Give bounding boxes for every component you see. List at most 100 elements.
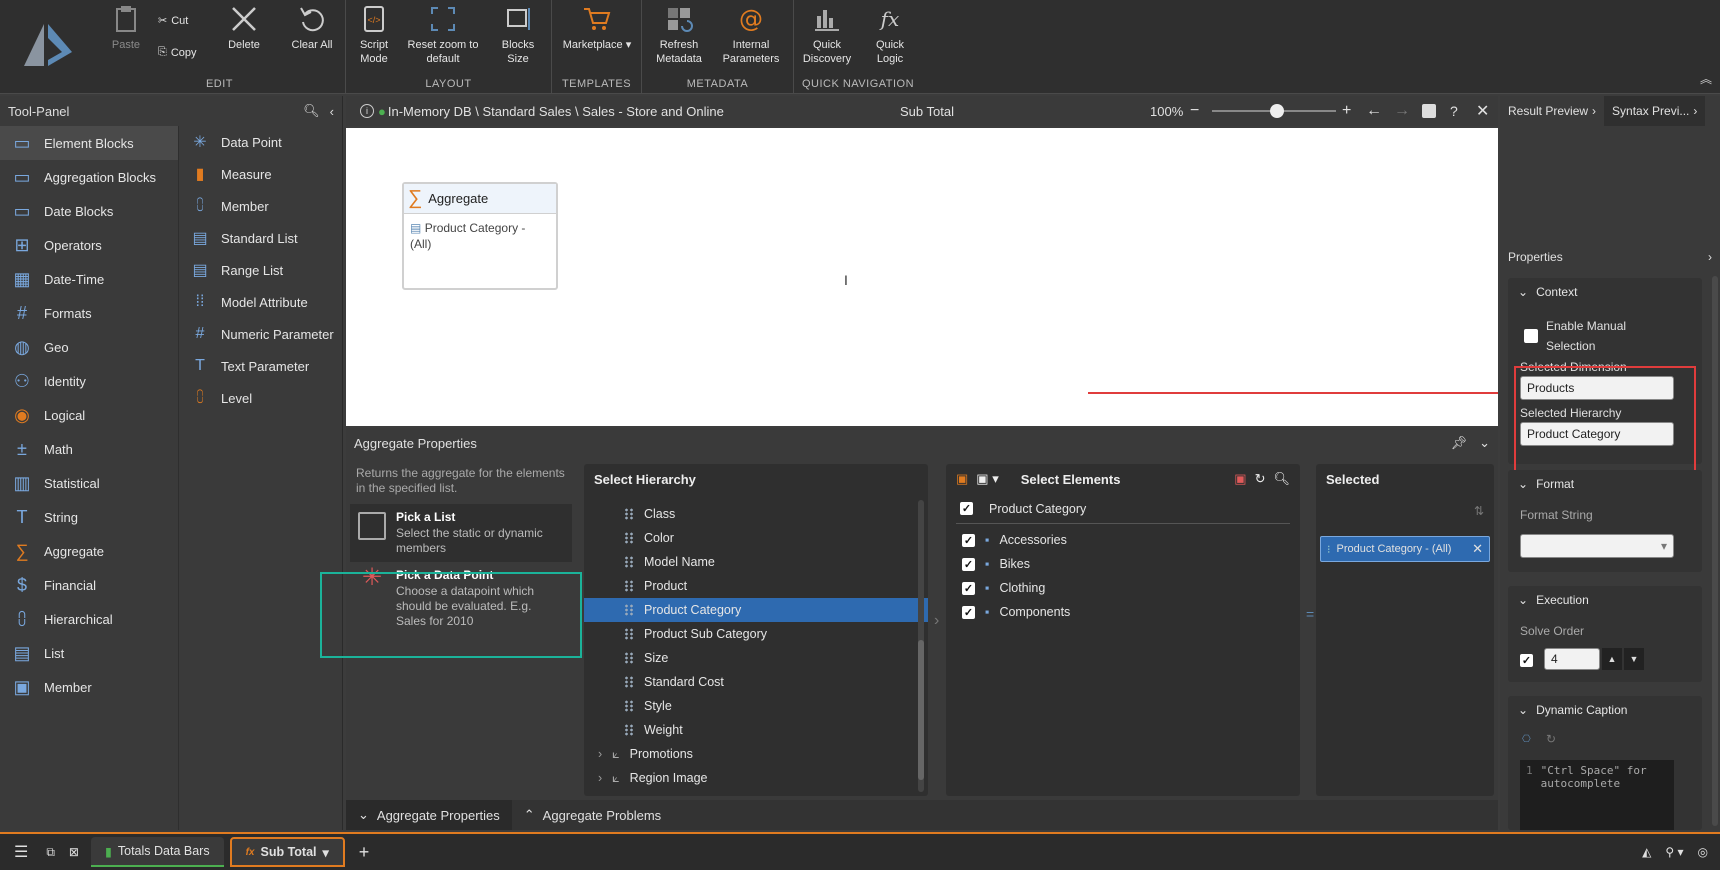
- element-checkbox[interactable]: ✓: [962, 557, 975, 571]
- format-section-header[interactable]: ⌄ Format: [1508, 470, 1702, 498]
- stepper-up-icon[interactable]: ▲: [1602, 648, 1622, 670]
- category-list[interactable]: ▤ List: [0, 636, 178, 670]
- chevron-down-icon[interactable]: ⌄: [1479, 435, 1490, 451]
- delete-button[interactable]: Delete: [218, 4, 270, 52]
- clear-selection-icon[interactable]: ▣: [1234, 471, 1246, 487]
- blocks-size-button[interactable]: Blocks Size: [490, 4, 546, 66]
- element-checkbox[interactable]: ✓: [962, 533, 975, 547]
- solve-order-stepper[interactable]: 4: [1544, 648, 1600, 670]
- search-icon[interactable]: 🔍︎: [303, 103, 320, 119]
- tool-item-text-parameter[interactable]: T Text Parameter: [179, 350, 343, 382]
- category-aggregation-blocks[interactable]: ▭ Aggregation Blocks: [0, 160, 178, 194]
- dynamic-caption-header[interactable]: ⌄ Dynamic Caption: [1508, 696, 1702, 724]
- context-section-header[interactable]: ⌄ Context: [1508, 278, 1702, 306]
- tool-item-data-point[interactable]: ✳ Data Point: [179, 126, 343, 158]
- tool-item-level[interactable]: ⩇ Level: [179, 382, 343, 414]
- hierarchy-item[interactable]: Style: [584, 694, 928, 718]
- pql-icon[interactable]: ⎔: [1522, 734, 1531, 745]
- tab-aggregate-problems[interactable]: ⌃ Aggregate Problems: [512, 800, 673, 830]
- clear-all-button[interactable]: Clear All: [282, 4, 342, 52]
- layout-icon[interactable]: ◭: [1642, 845, 1651, 859]
- hierarchy-item[interactable]: Product: [584, 574, 928, 598]
- tool-item-numeric-parameter[interactable]: # Numeric Parameter: [179, 318, 343, 350]
- category-statistical[interactable]: ▥ Statistical: [0, 466, 178, 500]
- hierarchy-item[interactable]: Model Name: [584, 550, 928, 574]
- element-item[interactable]: ✓ ▪ Clothing: [950, 576, 1300, 600]
- element-item[interactable]: ✓ ▪ Components: [950, 600, 1300, 624]
- tool-item-standard-list[interactable]: ▤ Standard List: [179, 222, 343, 254]
- hierarchy-item[interactable]: Class: [584, 502, 928, 526]
- category-string[interactable]: T String: [0, 500, 178, 534]
- category-member[interactable]: ▣ Member: [0, 670, 178, 704]
- collapse-panel-icon[interactable]: ‹: [330, 104, 334, 119]
- close-icon[interactable]: ✕: [1476, 101, 1489, 121]
- zoom-slider[interactable]: [1212, 104, 1336, 118]
- info-icon[interactable]: i: [360, 104, 374, 118]
- tool-item-range-list[interactable]: ▤ Range List: [179, 254, 343, 286]
- category-aggregate[interactable]: ∑ Aggregate: [0, 534, 178, 568]
- category-date-time[interactable]: ▦ Date-Time: [0, 262, 178, 296]
- element-checkbox[interactable]: ✓: [962, 605, 975, 619]
- help-icon[interactable]: ?: [1450, 103, 1458, 119]
- script-mode-button[interactable]: </> Script Mode: [352, 4, 396, 66]
- copy-button[interactable]: ⎘ Copy: [158, 46, 197, 59]
- forward-arrow-icon[interactable]: →: [1394, 102, 1410, 120]
- category-logical[interactable]: ◉ Logical: [0, 398, 178, 432]
- hierarchy-item[interactable]: Product Category: [584, 598, 928, 622]
- element-item[interactable]: ✓ ▪ Accessories: [950, 528, 1300, 552]
- hierarchy-item[interactable]: Color: [584, 526, 928, 550]
- add-tab-icon[interactable]: +: [359, 842, 370, 863]
- reset-zoom-button[interactable]: Reset zoom to default: [402, 4, 484, 66]
- enable-manual-checkbox[interactable]: [1524, 329, 1538, 343]
- app-logo[interactable]: [0, 0, 94, 94]
- selected-chip[interactable]: ⁝ Product Category - (All) ✕: [1320, 536, 1490, 562]
- caption-code-editor[interactable]: 1 "Ctrl Space" for autocomplete: [1520, 760, 1674, 830]
- tool-item-model-attribute[interactable]: ⁞⁞ Model Attribute: [179, 286, 343, 318]
- back-arrow-icon[interactable]: ←: [1366, 102, 1382, 120]
- menu-icon[interactable]: ☰: [14, 842, 28, 862]
- category-hierarchical[interactable]: ⩇ Hierarchical: [0, 602, 178, 636]
- filter-icon[interactable]: ▣: [956, 471, 968, 487]
- pin-icon[interactable]: ⚲ ▾: [1665, 845, 1683, 859]
- pick-list-option[interactable]: Pick a List Select the static or dynamic…: [350, 504, 572, 562]
- hierarchy-item[interactable]: Product Sub Category: [584, 622, 928, 646]
- remove-chip-icon[interactable]: ✕: [1472, 541, 1483, 557]
- category-geo[interactable]: ◍ Geo: [0, 330, 178, 364]
- refresh-metadata-button[interactable]: Refresh Metadata: [650, 4, 708, 66]
- pin-icon[interactable]: 📌︎: [1451, 435, 1468, 451]
- right-panel-scrollbar[interactable]: [1712, 276, 1718, 826]
- category-math[interactable]: ± Math: [0, 432, 178, 466]
- tool-item-measure[interactable]: ▮ Measure: [179, 158, 343, 190]
- expand-icon[interactable]: ›: [598, 747, 602, 761]
- element-item[interactable]: ✓ ▪ Bikes: [950, 552, 1300, 576]
- expand-properties-icon[interactable]: ›: [1708, 250, 1712, 264]
- cut-button[interactable]: ✂ Cut: [158, 14, 188, 28]
- tool-item-member[interactable]: ⩇ Member: [179, 190, 343, 222]
- tab-sub-total[interactable]: fx Sub Total ▾: [229, 837, 345, 867]
- hierarchy-folder[interactable]: › ⟀ Region Image: [584, 766, 928, 790]
- zoom-slider-thumb[interactable]: [1270, 104, 1284, 118]
- expand-icon[interactable]: ›: [598, 771, 602, 785]
- collapse-ribbon-icon[interactable]: ︽: [1700, 70, 1712, 87]
- breadcrumb[interactable]: In-Memory DB \ Standard Sales \ Sales - …: [388, 104, 724, 119]
- tab-result-preview[interactable]: Result Preview ›: [1500, 96, 1604, 126]
- spiral-icon[interactable]: ◎: [1698, 845, 1708, 859]
- marketplace-button[interactable]: Marketplace ▾: [556, 4, 638, 52]
- stepper-down-icon[interactable]: ▼: [1624, 648, 1644, 670]
- open-file-icon[interactable]: ⧉: [46, 845, 55, 860]
- execution-section-header[interactable]: ⌄ Execution: [1508, 586, 1702, 614]
- format-string-dropdown[interactable]: ▾: [1520, 534, 1674, 558]
- aggregate-block[interactable]: ∑ Aggregate ▤ Product Category - (All): [402, 182, 558, 290]
- formula-filter-icon[interactable]: ▣ ▾: [976, 471, 998, 487]
- hierarchy-item[interactable]: Weight: [584, 718, 928, 742]
- hierarchy-folder[interactable]: › ⟀ Promotions: [584, 742, 928, 766]
- select-all-checkbox[interactable]: ✓: [960, 502, 973, 515]
- refresh-icon[interactable]: ↻: [1255, 471, 1266, 487]
- expand-arrow-icon[interactable]: ›: [934, 612, 939, 630]
- search-icon[interactable]: 🔍︎: [1273, 471, 1290, 487]
- quick-logic-button[interactable]: fx Quick Logic: [864, 4, 916, 66]
- reset-caption-icon[interactable]: ↻: [1546, 732, 1556, 746]
- category-financial[interactable]: $ Financial: [0, 568, 178, 602]
- hierarchy-item[interactable]: Size: [584, 646, 928, 670]
- category-date-blocks[interactable]: ▭ Date Blocks: [0, 194, 178, 228]
